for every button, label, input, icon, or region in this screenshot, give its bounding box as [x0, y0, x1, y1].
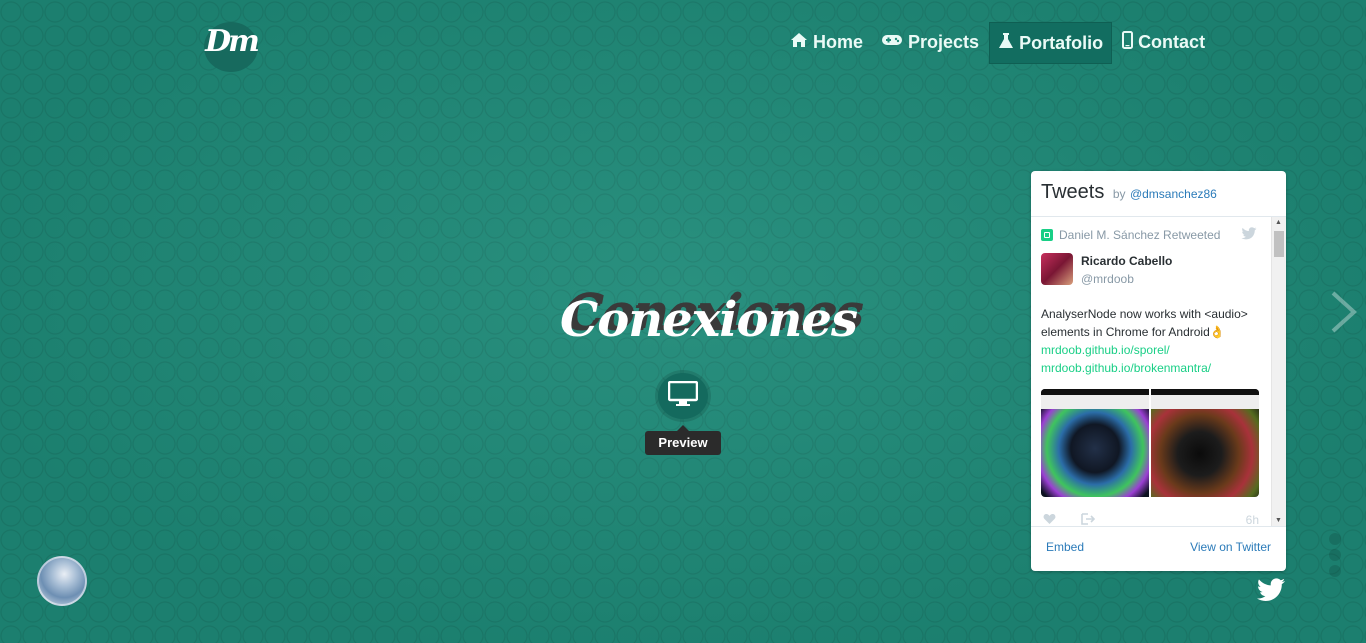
carousel-dot[interactable]	[1329, 549, 1341, 561]
twitter-icon[interactable]	[1256, 578, 1286, 609]
chevron-right-icon[interactable]	[1330, 290, 1358, 345]
widget-handle-link[interactable]: @dmsanchez86	[1130, 187, 1217, 201]
scroll-up-icon[interactable]: ▲	[1275, 219, 1282, 226]
nav-item-portafolio[interactable]: Portafolio	[989, 22, 1113, 64]
share-icon[interactable]	[1081, 513, 1096, 526]
retweet-text: Daniel M. Sánchez Retweeted	[1059, 228, 1221, 242]
user-avatar[interactable]	[37, 556, 87, 606]
author-name[interactable]: Ricardo Cabello	[1081, 253, 1172, 269]
mobile-icon	[1122, 30, 1134, 54]
desktop-icon	[667, 380, 699, 412]
carousel-dot[interactable]	[1329, 565, 1341, 577]
widget-timeline[interactable]: Daniel M. Sánchez Retweeted Ricardo Cabe…	[1031, 216, 1286, 527]
ok-hand-emoji: 👌	[1209, 325, 1225, 339]
retweet-line: Daniel M. Sánchez Retweeted	[1041, 227, 1259, 243]
scroll-thumb[interactable]	[1274, 231, 1284, 257]
preview-tooltip: Preview	[645, 425, 721, 455]
twitter-timeline-widget: Tweets by @dmsanchez86 Daniel M. Sánchez…	[1031, 171, 1286, 571]
scroll-down-icon[interactable]: ▼	[1275, 517, 1282, 524]
main-nav: Home Projects Portafolio Contact	[782, 22, 1215, 64]
nav-label: Portafolio	[1019, 32, 1104, 53]
tweet-link[interactable]: mrdoob.github.io/brokenmantra/	[1041, 359, 1259, 377]
nav-item-contact[interactable]: Contact	[1114, 22, 1213, 62]
nav-item-projects[interactable]: Projects	[873, 22, 987, 62]
project-title: Conexiones	[560, 292, 858, 348]
retweet-icon	[1041, 229, 1053, 241]
widget-scrollbar[interactable]: ▲ ▼	[1271, 217, 1286, 526]
twitter-icon[interactable]	[1241, 227, 1257, 246]
carousel-dots	[1329, 533, 1341, 581]
tweet-actions: 6h	[1041, 513, 1259, 526]
tweet-text: AnalyserNode now works with <audio> elem…	[1041, 305, 1259, 377]
gamepad-icon	[881, 33, 903, 52]
view-on-twitter-link[interactable]: View on Twitter	[1190, 540, 1271, 554]
carousel-dot[interactable]	[1329, 533, 1341, 545]
widget-title: Tweets	[1041, 181, 1105, 203]
heart-icon[interactable]	[1043, 513, 1056, 526]
media-image[interactable]	[1041, 389, 1149, 497]
site-logo[interactable]: Dm	[204, 22, 260, 72]
tweet: Daniel M. Sánchez Retweeted Ricardo Cabe…	[1041, 227, 1259, 526]
nav-label: Contact	[1138, 31, 1206, 52]
tweet-media[interactable]	[1041, 389, 1259, 497]
nav-item-home[interactable]: Home	[782, 22, 871, 62]
home-icon	[790, 32, 808, 53]
flask-icon	[998, 32, 1014, 55]
nav-label: Projects	[908, 31, 980, 52]
embed-link[interactable]: Embed	[1046, 540, 1084, 554]
tweet-author[interactable]: Ricardo Cabello @mrdoob	[1041, 253, 1172, 287]
tweet-time[interactable]: 6h	[1246, 513, 1259, 526]
preview-button[interactable]	[658, 373, 708, 419]
media-image[interactable]	[1151, 389, 1259, 497]
widget-header: Tweets by @dmsanchez86	[1041, 181, 1276, 205]
tweet-link[interactable]: mrdoob.github.io/sporel/	[1041, 341, 1259, 359]
author-handle[interactable]: @mrdoob	[1081, 271, 1172, 287]
widget-by: by	[1112, 187, 1126, 201]
author-avatar[interactable]	[1041, 253, 1073, 285]
logo-text: Dm	[205, 24, 260, 59]
widget-footer: Embed View on Twitter	[1031, 526, 1286, 571]
nav-label: Home	[813, 31, 864, 52]
